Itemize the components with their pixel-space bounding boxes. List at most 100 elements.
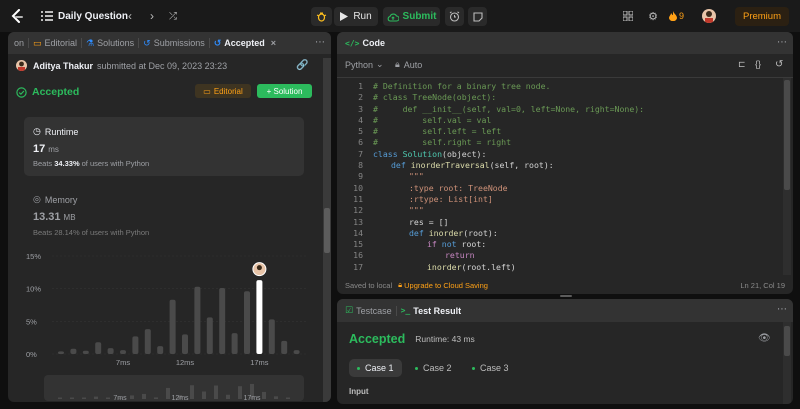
code-scrollbar[interactable] [783, 78, 791, 275]
chart-range-navigator[interactable]: 7ms 12ms 17ms [44, 375, 304, 402]
code-editor-panel: </> Code ⋯ Python ⌄ 🔒︎ Auto ⊏ {} ↺ 1 # De… [337, 32, 793, 294]
chart-bar[interactable] [58, 351, 64, 354]
submit-button[interactable]: Submit [383, 7, 440, 26]
code-editor[interactable]: 1 # Definition for a binary tree node. 2 #… [337, 81, 781, 272]
language-select[interactable]: Python ⌄ [345, 59, 384, 70]
tab-solutions[interactable]: ⚗ Solutions [82, 32, 138, 54]
eye-icon[interactable]: 👁︎ [758, 333, 771, 344]
memory-unit: MB [63, 213, 76, 222]
code-token: class [373, 148, 398, 159]
case-3-tab[interactable]: Case 3 [464, 359, 517, 377]
case-1-tab[interactable]: Case 1 [349, 359, 402, 377]
chart-bar[interactable] [169, 299, 176, 354]
code-token: not [441, 239, 457, 250]
chart-bar[interactable] [132, 336, 139, 354]
chart-bar[interactable] [219, 288, 226, 354]
chart-bar[interactable] [144, 329, 151, 354]
add-solution-button[interactable]: + Solution [257, 84, 312, 98]
code-line-9: 9 """ [358, 171, 424, 182]
settings-gear-icon[interactable]: ⚙ [646, 9, 660, 23]
problem-list-title[interactable]: Daily Question [58, 9, 128, 23]
code-token: :type root: [409, 182, 469, 193]
code-token: :rtype: List[int] [409, 193, 493, 204]
avatar[interactable] [702, 9, 716, 23]
leetcode-logo[interactable] [10, 8, 24, 24]
tab-submissions-label: Submissions [153, 38, 205, 48]
panel-resize-handle[interactable] [560, 295, 572, 297]
submitter-avatar[interactable] [16, 60, 27, 71]
flask-icon: ⚗ [86, 37, 95, 48]
chart-bar[interactable] [244, 291, 250, 354]
code-token: (self, root): [489, 160, 554, 171]
navigator-mini-chart: 7ms 12ms 17ms [58, 383, 290, 402]
timer-button[interactable] [445, 7, 464, 26]
case-2-tab[interactable]: Case 2 [407, 359, 460, 377]
run-button[interactable]: Run [334, 7, 378, 26]
problem-list-icon[interactable] [40, 8, 54, 24]
code-scrollbar-thumb[interactable] [784, 80, 790, 190]
memory-header[interactable]: ◎ Memory [33, 194, 77, 205]
chart-bar[interactable] [206, 317, 213, 354]
accepted-status: Accepted [32, 86, 80, 98]
tab-editorial[interactable]: ▭ Editorial [29, 32, 81, 54]
memory-beats: Beats 28.14% of users with Python [33, 228, 149, 237]
tab-code[interactable]: </> Code [337, 32, 389, 54]
navigator-bar [82, 397, 86, 399]
tab-test-result[interactable]: >_ Test Result [397, 300, 465, 322]
chart-bar[interactable] [194, 286, 201, 354]
runtime-unit: ms [48, 145, 59, 154]
editorial-button[interactable]: ▭ Editorial [195, 84, 251, 98]
memory-beats-prefix: Beats [33, 228, 53, 237]
y-tick-label: 0% [26, 350, 37, 359]
notes-button[interactable] [468, 7, 487, 26]
chart-bar[interactable] [157, 346, 164, 354]
editor-status-bar: Saved to local 🔒︎ Upgrade to Cloud Savin… [337, 276, 793, 294]
tab-description[interactable]: on [8, 32, 28, 54]
code-line-1: # Definition for a binary tree node. [373, 81, 551, 91]
runtime-distribution-chart[interactable]: 15% 10% 5% 0% 7ms 12ms 17ms [24, 248, 309, 368]
next-problem-icon[interactable]: › [145, 9, 159, 23]
runtime-beats-value: 34.33% [54, 159, 80, 168]
chart-bar-highlight[interactable] [256, 280, 263, 354]
test-scrollbar[interactable] [783, 322, 791, 404]
test-scrollbar-thumb[interactable] [784, 326, 790, 356]
debug-button[interactable] [311, 7, 332, 26]
close-tab-icon[interactable]: × [271, 38, 276, 48]
apps-grid-icon[interactable] [622, 10, 634, 22]
navigator-bar [262, 391, 266, 399]
tab-testcase[interactable]: ☑ Testcase [337, 300, 396, 322]
more-options-icon[interactable]: ⋯ [315, 37, 325, 48]
prev-problem-icon[interactable]: ‹ [123, 9, 137, 23]
more-options-icon[interactable]: ⋯ [777, 37, 787, 48]
cloud-upload-icon [387, 12, 399, 22]
format-code-icon[interactable]: {} [755, 59, 761, 69]
code-line-3: # def __init__(self, val=0, left=None, r… [373, 103, 645, 114]
more-options-icon[interactable]: ⋯ [777, 304, 787, 315]
left-scrollbar[interactable] [323, 58, 331, 402]
chart-bar[interactable] [182, 334, 188, 354]
streak-counter[interactable]: 9 [669, 9, 684, 23]
result-runtime: Runtime: 43 ms [415, 334, 475, 344]
left-scrollbar-thumb[interactable] [324, 208, 330, 253]
share-link-icon[interactable]: 🔗 [296, 60, 308, 71]
runtime-card[interactable]: ◷ Runtime 17 ms Beats 34.33% of users wi… [24, 117, 304, 176]
chart-bar[interactable] [120, 350, 126, 354]
chart-bar[interactable] [95, 342, 102, 354]
chart-bar[interactable] [231, 333, 238, 354]
auto-mode-toggle[interactable]: 🔒︎ Auto [395, 59, 422, 70]
chart-bar[interactable] [281, 340, 288, 354]
premium-button[interactable]: Premium [735, 7, 789, 26]
tab-submissions[interactable]: ↺ Submissions [139, 32, 209, 54]
chart-bar[interactable] [293, 350, 300, 354]
chart-bar[interactable] [268, 319, 275, 354]
bookmark-icon[interactable]: ⊏ [738, 59, 746, 70]
upgrade-link[interactable]: 🔒︎ Upgrade to Cloud Saving [398, 280, 488, 290]
runtime-header: ◷ Runtime [33, 126, 78, 137]
chart-bar[interactable] [82, 350, 89, 354]
reset-code-icon[interactable]: ↺ [775, 59, 783, 70]
submitter-name[interactable]: Aditya Thakur [33, 61, 93, 71]
tab-accepted[interactable]: ↺ Accepted × [210, 32, 280, 54]
chart-bar[interactable] [107, 348, 114, 354]
chart-bar[interactable] [70, 348, 77, 354]
shuffle-icon[interactable]: ⤮ [166, 9, 180, 23]
